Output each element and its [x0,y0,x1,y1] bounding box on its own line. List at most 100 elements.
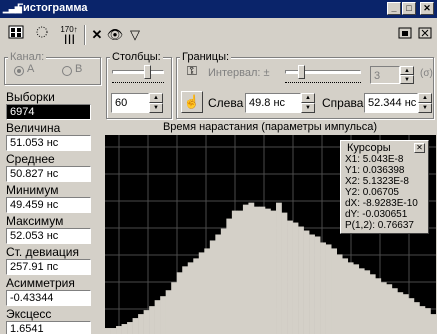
dotted-frame-icon[interactable] [32,25,52,45]
cursors-close-icon[interactable]: ✕ [414,143,425,153]
histogram-bar [127,322,133,334]
left-bound-spinner[interactable]: ▲ ▼ [301,93,315,113]
cursor-readout-line: P(1,2): 0.76637 [345,220,414,231]
histogram-bar [198,252,205,334]
chart-title: Время нарастания (параметры импульса) [162,121,378,133]
interval-slider-track[interactable] [285,70,361,74]
maximize-button[interactable]: □ [402,2,416,15]
histogram-bar [187,262,194,334]
close-panel-icon[interactable] [416,25,434,45]
toolbar-separator [84,25,86,45]
histogram-bar [270,210,277,334]
columns-slider-ticks [112,79,164,83]
scale-icon[interactable]: 170↑ ┃┃┃ [58,25,80,45]
interval-slider-thumb[interactable] [298,65,305,79]
stat-value[interactable]: 50.827 нс [6,166,91,182]
interval-spinner[interactable]: ▲ ▼ [400,66,414,84]
right-bound-spinner[interactable]: ▲ ▼ [418,93,432,113]
cursor-readout-line: Y2: 0.06705 [345,187,399,198]
stat-value[interactable]: 1.6541 [6,321,91,334]
stat-value[interactable]: 257.91 пс [6,259,91,275]
cursors-panel[interactable]: Курсоры ✕ X1: 5.043E-8 Y1: 0.036398 X2: 5.… [340,140,429,234]
close-button[interactable]: ✕ [420,2,434,15]
histogram-bar [369,274,376,334]
stat-value[interactable]: 6974 [6,104,91,120]
histogram-bar [281,212,288,334]
histogram-bar [248,202,255,334]
title-bar: ▁▃▅ Гистограмма _ □ ✕ [0,0,437,18]
histogram-bar [253,206,260,334]
histogram-bar [320,242,326,334]
histogram-bar [386,284,393,334]
histogram-bar [149,306,155,334]
histogram-bar [154,300,161,334]
columns-slider-track[interactable] [112,70,164,74]
stat-value[interactable]: 51.053 нс [6,135,91,151]
stat-label: Эксцесс [6,307,52,321]
lock-icon[interactable]: ⚿ [183,63,201,81]
histogram-bar [303,230,310,334]
histogram-bar [176,272,183,334]
stat-label: Выборки [6,90,55,104]
histogram-bar [375,278,382,334]
columns-slider-thumb[interactable] [144,65,151,79]
histogram-bar [226,218,233,334]
histogram-bar [397,292,404,334]
toolbar: 170↑ ┃┃┃ ✕ 👁 ▽ [0,19,437,51]
right-bound-label: Справа [322,96,364,110]
histogram-bar [391,288,398,334]
histogram-bar [358,268,365,334]
histogram-bar [110,328,117,334]
histogram-bar [331,248,337,334]
columns-input[interactable]: 60 [111,93,149,113]
channel-a-radio[interactable] [14,66,24,76]
histogram-bar [419,306,426,334]
histogram-bar [287,220,293,334]
histogram-bar [242,204,249,334]
filter-icon[interactable]: ▽ [126,25,144,45]
histogram-bar [430,314,436,334]
stat-label: Величина [6,121,61,135]
histogram-bar [336,254,343,334]
histogram-bar [402,294,409,334]
histogram-bar [220,228,227,334]
histogram-bar [209,240,216,334]
histogram-bar [132,318,139,334]
minimize-button[interactable]: _ [387,2,401,15]
histogram-bar [105,328,111,334]
histogram-bar [231,210,238,334]
restore-icon[interactable] [396,25,414,45]
view-icon[interactable]: 👁 [106,25,124,45]
histogram-bar [298,226,304,334]
interval-input[interactable]: 3 [370,66,400,84]
stat-value[interactable]: 49.459 нс [6,197,91,213]
histogram-bar [259,206,266,334]
right-bound-input[interactable]: 52.344 нс [364,93,418,113]
channel-b-radio[interactable] [62,66,72,76]
left-bound-input[interactable]: 49.8 нс [245,93,301,113]
window-title: Гистограмма [17,2,88,14]
histogram-bar [413,302,420,334]
columns-group-label: Столбцы: [110,51,163,63]
stat-label: Ст. девиация [6,245,80,259]
histogram-bar [165,290,172,334]
channel-b-label: B [75,63,83,75]
histogram-bar [182,266,189,334]
interval-unit: (σ) [420,68,433,79]
grid-chart-icon[interactable] [6,25,26,45]
stat-label: Минимум [6,183,59,197]
hand-tool-icon[interactable]: ☝ [181,91,203,113]
histogram-bar [408,298,415,334]
delete-icon[interactable]: ✕ [88,25,106,45]
stat-value[interactable]: -0.43344 [6,290,91,306]
stat-value[interactable]: 52.053 нс [6,228,91,244]
histogram-bar [276,202,282,334]
histogram-bar [143,310,150,334]
histogram-bar [353,264,360,334]
cursor-readout-line: dX: -8.9283E-10 [345,198,418,209]
histogram-bar [325,244,332,334]
histogram-bar [237,210,244,334]
histogram-bar [160,296,166,334]
stat-label: Среднее [6,152,55,166]
columns-spinner[interactable]: ▲ ▼ [149,93,163,113]
